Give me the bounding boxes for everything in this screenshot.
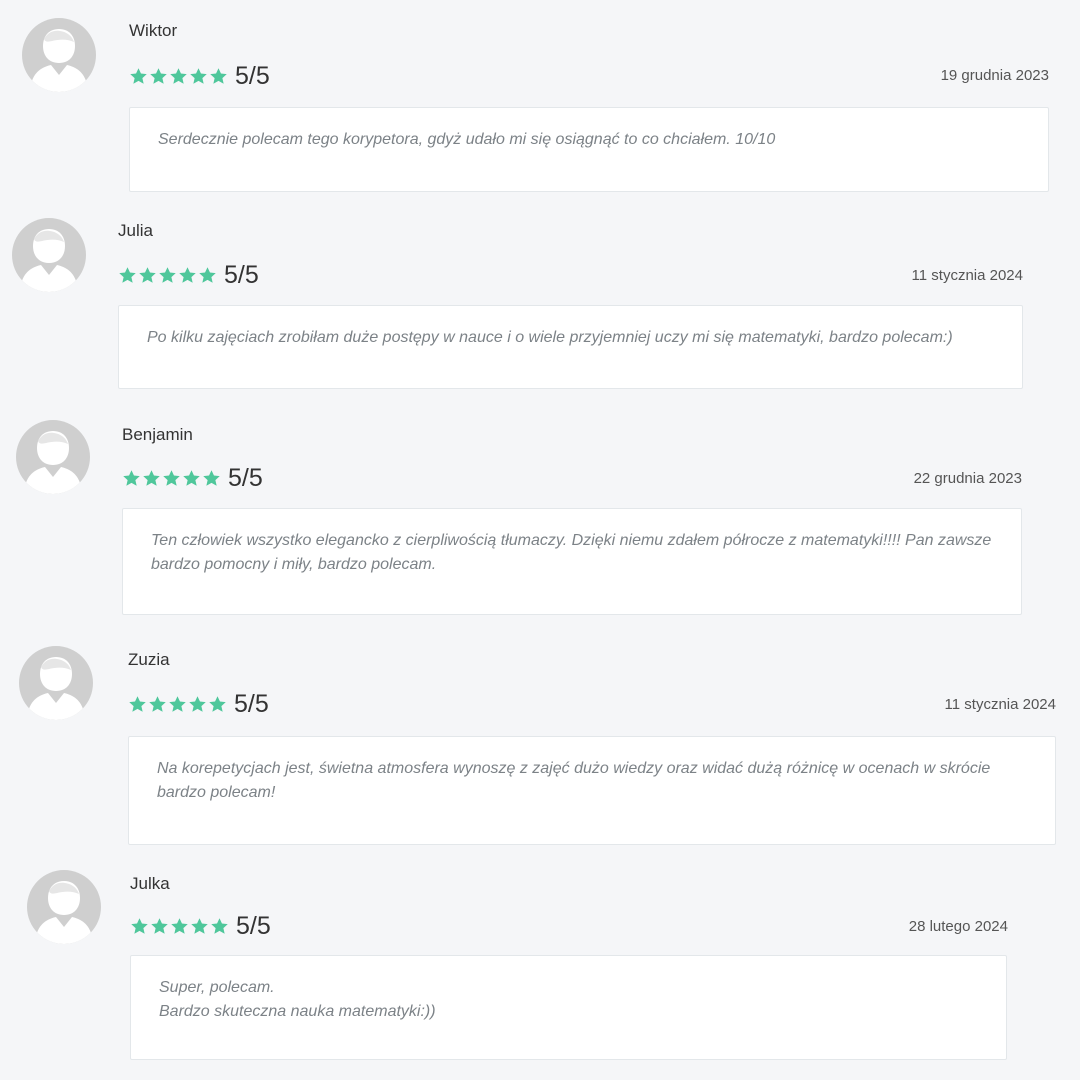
review-card: Super, polecam. Bardzo skuteczna nauka m… xyxy=(130,955,1007,1060)
reviewer-name: Julia xyxy=(118,221,153,240)
review-date: 22 grudnia 2023 xyxy=(913,470,1022,487)
star-rating xyxy=(118,266,217,285)
star-icon xyxy=(179,266,196,283)
avatar xyxy=(12,218,86,292)
rating-score: 5/5 xyxy=(234,689,269,718)
user-silhouette-icon xyxy=(36,881,92,944)
star-icon xyxy=(183,469,200,486)
star-icon xyxy=(139,266,156,283)
rating: 5/5 xyxy=(130,911,271,941)
review-item: Benjamin 5/5 22 grudnia 2023 Ten człowie… xyxy=(0,400,1080,625)
reviewer-name: Wiktor xyxy=(129,21,178,40)
review-card: Na korepetycjach jest, świetna atmosfera… xyxy=(128,736,1056,845)
avatar xyxy=(27,870,101,944)
rating: 5/5 xyxy=(129,61,270,91)
star-icon xyxy=(191,917,208,934)
star-icon xyxy=(211,917,228,934)
review-item: Wiktor 5/5 19 grudnia 2023 Serdecznie po… xyxy=(0,0,1080,200)
review-text: Serdecznie polecam tego korypetora, gdyż… xyxy=(158,131,776,148)
review-item: Julia 5/5 11 stycznia 2024 Po kilku zaję… xyxy=(0,200,1080,400)
star-icon xyxy=(203,469,220,486)
star-icon xyxy=(210,67,227,84)
review-text: Na korepetycjach jest, świetna atmosfera… xyxy=(157,760,991,801)
rating-score: 5/5 xyxy=(236,911,271,940)
rating: 5/5 xyxy=(122,463,263,493)
review-card: Ten człowiek wszystko elegancko z cierpl… xyxy=(122,508,1022,615)
review-card: Po kilku zajęciach zrobiłam duże postępy… xyxy=(118,305,1023,389)
review-date: 28 lutego 2024 xyxy=(908,918,1008,935)
rating-score: 5/5 xyxy=(228,463,263,492)
user-silhouette-icon xyxy=(31,29,87,92)
star-icon xyxy=(119,266,136,283)
star-icon xyxy=(169,695,186,712)
review-date: 11 stycznia 2024 xyxy=(944,696,1056,713)
user-silhouette-icon xyxy=(25,431,81,494)
review-item: Zuzia 5/5 11 stycznia 2024 Na korepetycj… xyxy=(0,625,1080,850)
reviewer-name: Benjamin xyxy=(122,425,193,444)
avatar xyxy=(22,18,96,92)
review-date: 11 stycznia 2024 xyxy=(911,267,1023,284)
star-icon xyxy=(171,917,188,934)
star-icon xyxy=(163,469,180,486)
star-icon xyxy=(150,67,167,84)
user-silhouette-icon xyxy=(28,657,84,720)
reviewer-name: Julka xyxy=(130,874,170,893)
review-text: Ten człowiek wszystko elegancko z cierpl… xyxy=(151,532,992,573)
review-text: Super, polecam. Bardzo skuteczna nauka m… xyxy=(159,979,436,1020)
star-icon xyxy=(159,266,176,283)
review-text: Po kilku zajęciach zrobiłam duże postępy… xyxy=(147,329,953,346)
star-icon xyxy=(151,917,168,934)
star-icon xyxy=(170,67,187,84)
star-icon xyxy=(129,695,146,712)
rating: 5/5 xyxy=(118,260,259,290)
star-icon xyxy=(190,67,207,84)
star-icon xyxy=(131,917,148,934)
reviewer-name: Zuzia xyxy=(128,650,170,669)
avatar xyxy=(16,420,90,494)
star-rating xyxy=(122,469,221,488)
rating: 5/5 xyxy=(128,689,269,719)
star-icon xyxy=(149,695,166,712)
star-icon xyxy=(209,695,226,712)
review-item: Julka 5/5 28 lutego 2024 Super, polecam.… xyxy=(0,850,1080,1080)
star-icon xyxy=(143,469,160,486)
rating-score: 5/5 xyxy=(224,260,259,289)
star-rating xyxy=(129,67,228,86)
user-silhouette-icon xyxy=(21,229,77,292)
star-rating xyxy=(130,917,229,936)
star-rating xyxy=(128,695,227,714)
star-icon xyxy=(123,469,140,486)
review-date: 19 grudnia 2023 xyxy=(940,67,1049,84)
review-card: Serdecznie polecam tego korypetora, gdyż… xyxy=(129,107,1049,192)
rating-score: 5/5 xyxy=(235,61,270,90)
avatar xyxy=(19,646,93,720)
star-icon xyxy=(199,266,216,283)
star-icon xyxy=(130,67,147,84)
star-icon xyxy=(189,695,206,712)
